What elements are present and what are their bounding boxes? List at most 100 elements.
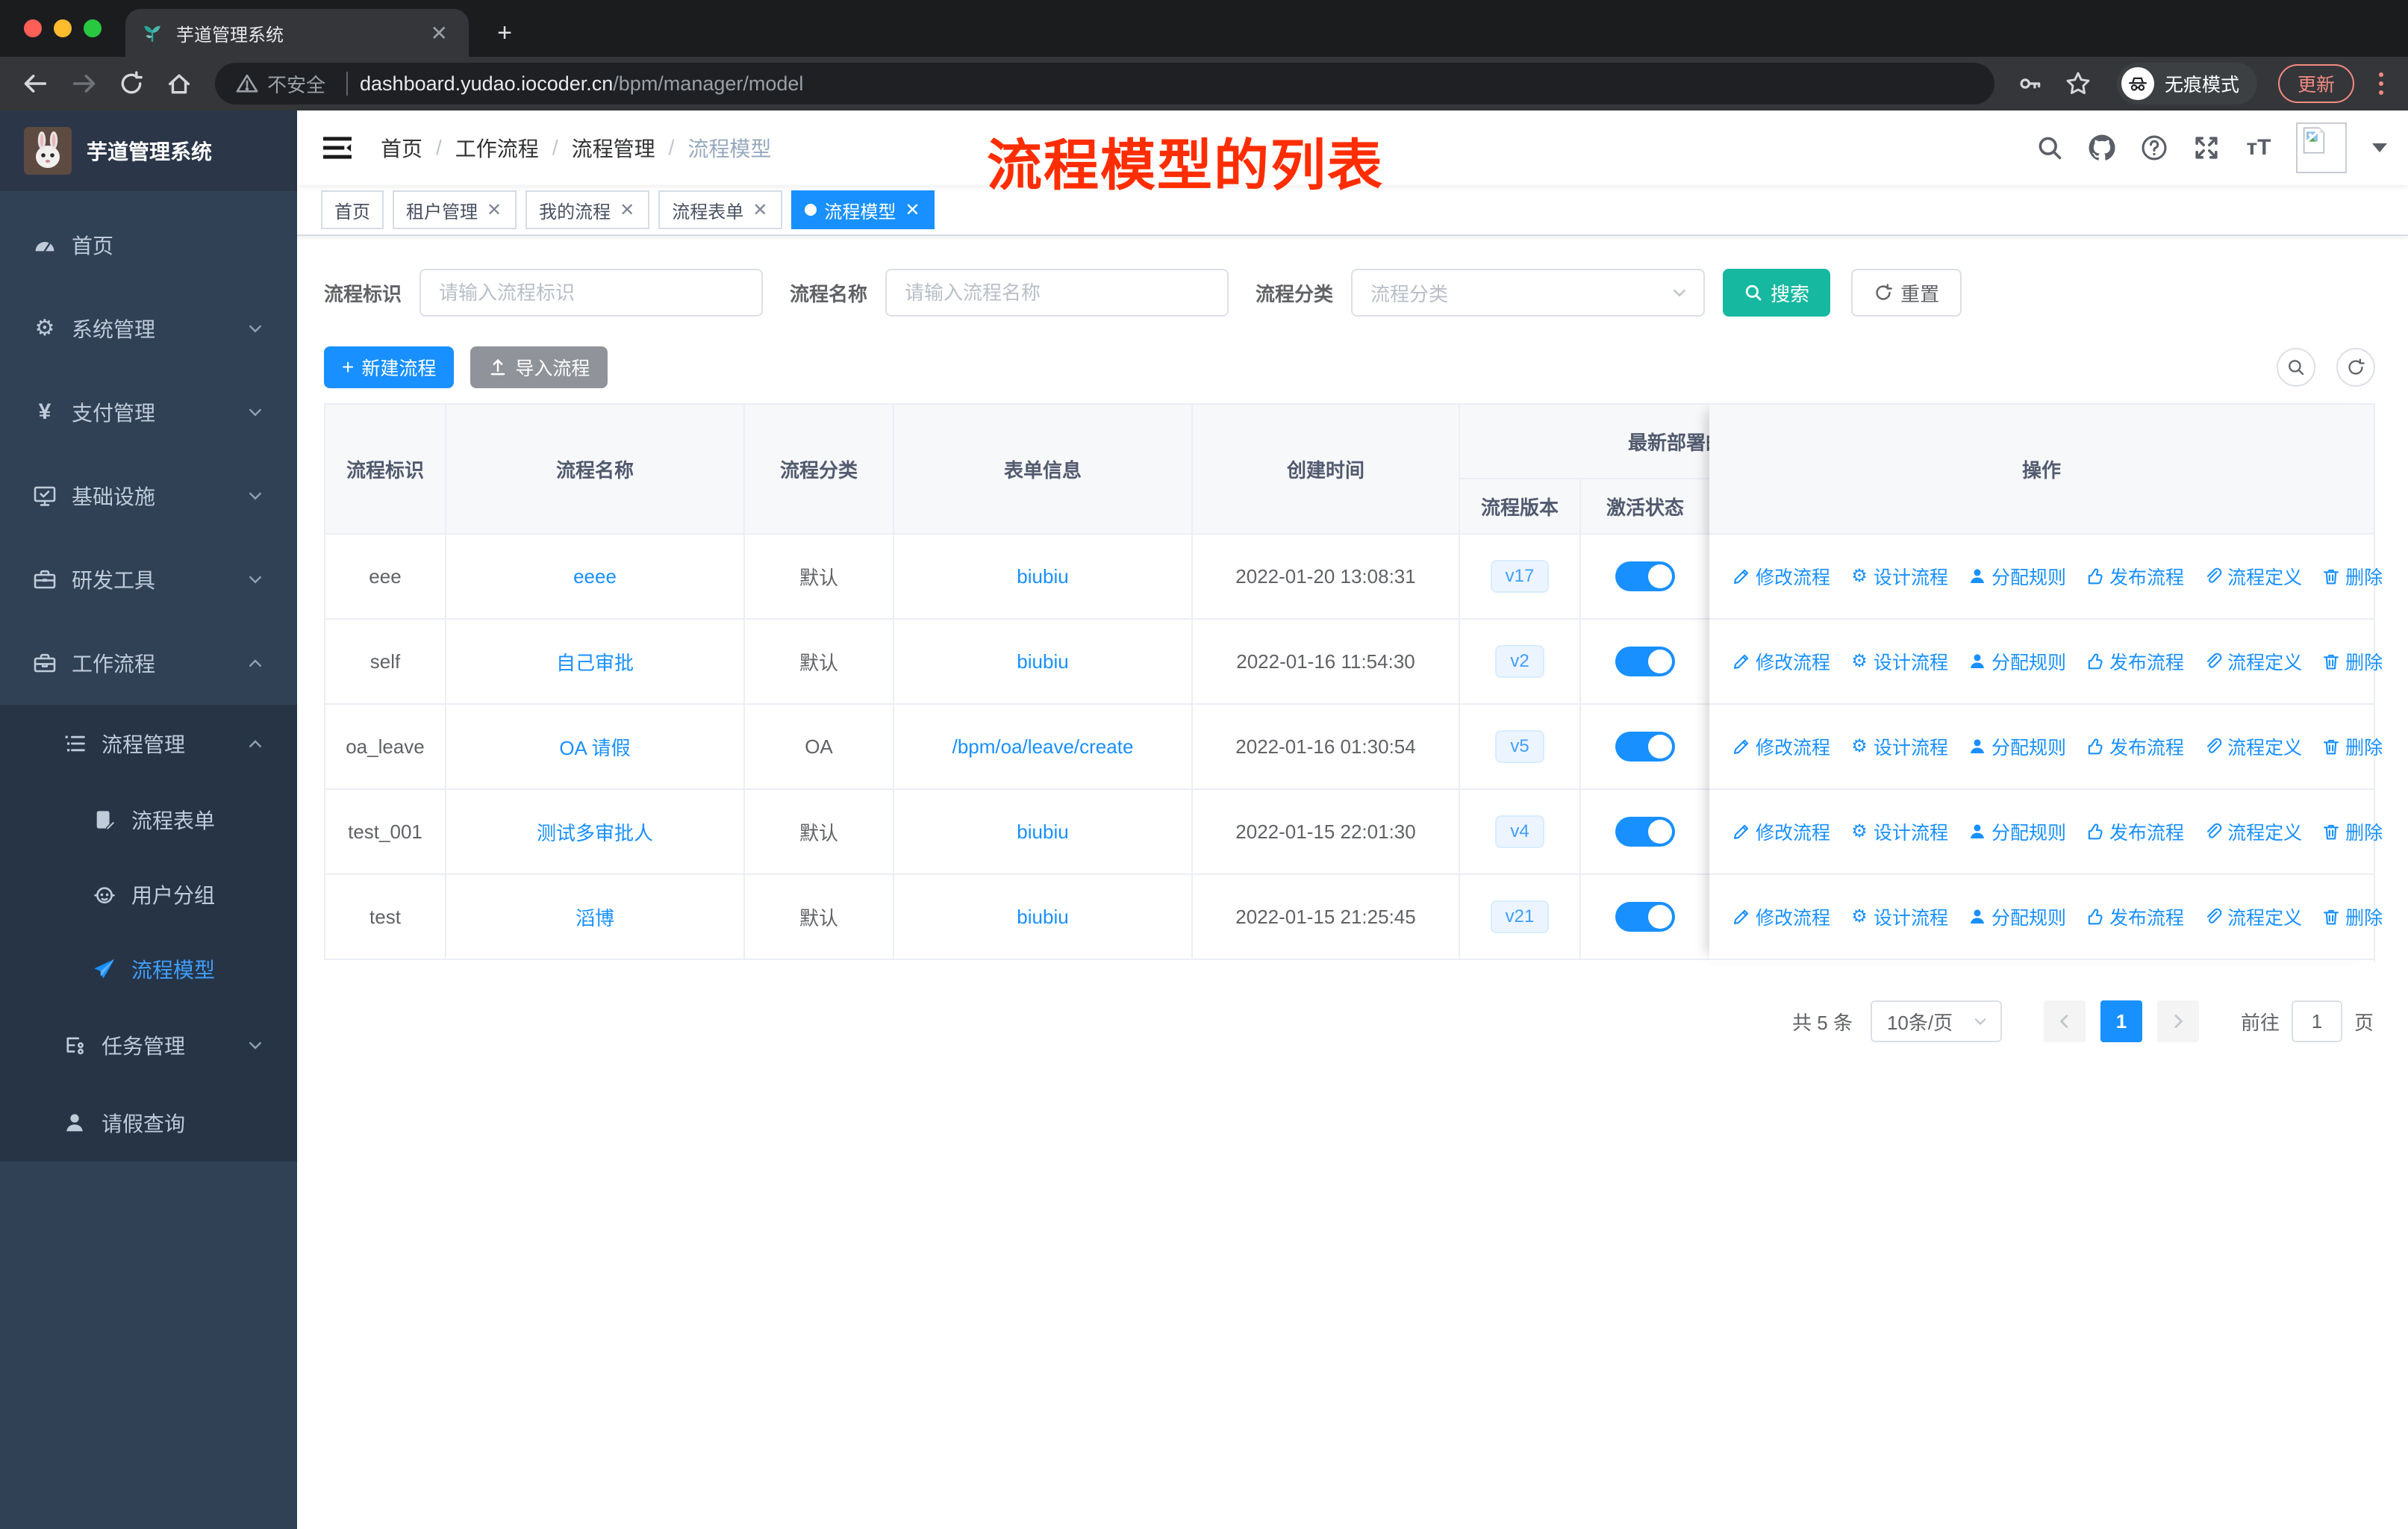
process-id-input[interactable] — [419, 269, 764, 317]
browser-update-button[interactable]: 更新 — [2277, 64, 2354, 103]
avatar-caret-icon[interactable] — [2372, 143, 2387, 152]
assign-rule-link[interactable]: 分配规则 — [1968, 563, 2066, 590]
search-icon[interactable] — [2035, 133, 2065, 163]
process-definition-link[interactable]: 流程定义 — [2203, 648, 2302, 675]
process-name-link[interactable]: 滔博 — [576, 903, 614, 931]
assign-rule-link[interactable]: 分配规则 — [1968, 903, 2066, 930]
process-definition-link[interactable]: 流程定义 — [2203, 903, 2302, 930]
design-process-link[interactable]: ⚙ 设计流程 — [1850, 818, 1948, 845]
publish-process-link[interactable]: 发布流程 — [2086, 903, 2184, 930]
sidebar-item-user-group[interactable]: 用户分组 — [0, 857, 297, 932]
address-bar[interactable]: 不安全 dashboard.yudao.iocoder.cn/bpm/manag… — [215, 63, 1994, 105]
close-icon[interactable]: ✕ — [751, 199, 769, 221]
avatar[interactable] — [2296, 122, 2347, 173]
publish-process-link[interactable]: 发布流程 — [2086, 818, 2184, 845]
assign-rule-link[interactable]: 分配规则 — [1968, 818, 2066, 845]
delete-link[interactable]: 删除 — [2321, 648, 2383, 675]
version-badge[interactable]: v17 — [1490, 560, 1550, 593]
help-icon[interactable] — [2139, 133, 2169, 163]
assign-rule-link[interactable]: 分配规则 — [1968, 733, 2066, 760]
sidebar-fold-icon[interactable] — [321, 131, 354, 164]
active-toggle[interactable] — [1615, 817, 1675, 847]
forward-icon[interactable] — [63, 63, 105, 105]
assign-rule-link[interactable]: 分配规则 — [1968, 648, 2066, 675]
reload-icon[interactable] — [110, 63, 152, 105]
close-icon[interactable]: ✕ — [903, 199, 921, 221]
sidebar-item-home[interactable]: 首页 — [0, 203, 297, 287]
home-icon[interactable] — [158, 63, 200, 105]
create-process-button[interactable]: + 新建流程 — [324, 346, 455, 388]
process-definition-link[interactable]: 流程定义 — [2203, 733, 2302, 760]
version-badge[interactable]: v4 — [1495, 815, 1544, 848]
sidebar-item-payment[interactable]: ¥ 支付管理 — [0, 370, 297, 454]
form-info-link[interactable]: biubiu — [1017, 565, 1068, 588]
design-process-link[interactable]: ⚙ 设计流程 — [1850, 563, 1948, 590]
form-info-link[interactable]: biubiu — [1017, 650, 1068, 673]
sidebar-logo[interactable]: 芋道管理系统 — [0, 110, 297, 191]
refresh-icon[interactable] — [2336, 348, 2375, 387]
close-icon[interactable]: ✕ — [485, 199, 503, 221]
process-name-input[interactable] — [885, 269, 1229, 317]
sidebar-item-task-management[interactable]: 任务管理 — [0, 1006, 297, 1084]
process-name-link[interactable]: 自己审批 — [556, 648, 634, 676]
font-size-icon[interactable]: ᴛT — [2244, 133, 2274, 163]
github-icon[interactable] — [2087, 133, 2117, 163]
security-label[interactable]: 不安全 — [267, 70, 325, 98]
key-icon[interactable] — [2009, 63, 2051, 105]
active-toggle[interactable] — [1615, 732, 1675, 762]
design-process-link[interactable]: ⚙ 设计流程 — [1850, 648, 1948, 675]
version-badge[interactable]: v21 — [1490, 900, 1550, 933]
tag-process-model[interactable]: 流程模型 ✕ — [791, 190, 935, 229]
active-toggle[interactable] — [1615, 902, 1675, 932]
sidebar-item-process-form[interactable]: 流程表单 — [0, 782, 297, 857]
process-name-link[interactable]: 测试多审批人 — [537, 818, 653, 846]
sidebar-item-infrastructure[interactable]: 基础设施 — [0, 454, 297, 538]
breadcrumb-home[interactable]: 首页 — [381, 133, 422, 163]
process-name-link[interactable]: eeee — [573, 565, 617, 588]
next-page-button[interactable] — [2156, 1000, 2199, 1042]
sidebar-item-workflow[interactable]: 工作流程 — [0, 621, 297, 705]
prev-page-button[interactable] — [2043, 1000, 2086, 1042]
tag-tenant[interactable]: 租户管理 ✕ — [393, 190, 517, 229]
search-button[interactable]: 搜索 — [1723, 269, 1831, 317]
form-info-link[interactable]: biubiu — [1017, 906, 1068, 929]
tag-my-process[interactable]: 我的流程 ✕ — [525, 190, 650, 229]
browser-menu-icon[interactable] — [2369, 72, 2393, 95]
version-badge[interactable]: v5 — [1495, 730, 1544, 763]
delete-link[interactable]: 删除 — [2321, 563, 2383, 590]
active-toggle[interactable] — [1615, 561, 1675, 591]
breadcrumb-workflow[interactable]: 工作流程 — [455, 133, 539, 163]
fullscreen-icon[interactable] — [2192, 133, 2221, 163]
back-icon[interactable] — [15, 63, 57, 105]
reset-button[interactable]: 重置 — [1851, 269, 1962, 317]
security-warning-icon[interactable] — [236, 72, 258, 95]
page-size-select[interactable]: 10条/页 — [1870, 1000, 2002, 1042]
active-toggle[interactable] — [1615, 647, 1675, 676]
modify-process-link[interactable]: 修改流程 — [1732, 733, 1830, 760]
sidebar-item-process-model[interactable]: 流程模型 — [0, 932, 297, 1006]
sidebar-item-leave-query[interactable]: 请假查询 — [0, 1084, 297, 1162]
hide-search-icon[interactable] — [2277, 348, 2315, 387]
publish-process-link[interactable]: 发布流程 — [2086, 733, 2184, 760]
sidebar-item-process-management[interactable]: 流程管理 — [0, 705, 297, 782]
version-badge[interactable]: v2 — [1495, 645, 1544, 678]
tab-close-icon[interactable]: ✕ — [425, 21, 454, 46]
window-controls[interactable] — [24, 19, 102, 37]
form-info-link[interactable]: biubiu — [1017, 820, 1068, 844]
current-page-button[interactable]: 1 — [2100, 1000, 2142, 1042]
sidebar-item-system[interactable]: ⚙ 系统管理 — [0, 287, 297, 370]
delete-link[interactable]: 删除 — [2321, 733, 2383, 760]
browser-tab[interactable]: 芋道管理系统 ✕ — [125, 9, 469, 57]
delete-link[interactable]: 删除 — [2321, 903, 2383, 930]
modify-process-link[interactable]: 修改流程 — [1732, 903, 1830, 930]
breadcrumb-process-management[interactable]: 流程管理 — [572, 133, 655, 163]
tag-home[interactable]: 首页 — [321, 190, 384, 229]
modify-process-link[interactable]: 修改流程 — [1732, 648, 1830, 675]
process-category-select[interactable]: 流程分类 — [1351, 269, 1706, 317]
goto-page-input[interactable] — [2291, 1000, 2342, 1042]
form-info-link[interactable]: /bpm/oa/leave/create — [952, 735, 1134, 759]
sidebar-item-devtools[interactable]: 研发工具 — [0, 538, 297, 621]
design-process-link[interactable]: ⚙ 设计流程 — [1850, 903, 1948, 930]
window-minimize-button[interactable] — [54, 19, 72, 37]
modify-process-link[interactable]: 修改流程 — [1732, 563, 1830, 590]
